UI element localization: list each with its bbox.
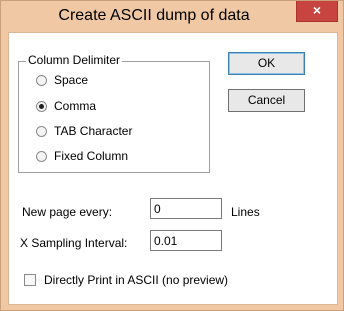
radio-button-icon[interactable] [36,125,47,137]
direct-print-checkbox[interactable] [24,274,36,286]
cancel-button[interactable]: Cancel [228,89,305,112]
close-button[interactable]: × [296,1,338,22]
column-delimiter-label: Column Delimiter [26,53,123,67]
sampling-interval-label: X Sampling Interval: [20,236,128,250]
title-bar[interactable]: Create ASCII dump of data × [1,1,343,32]
radio-comma-label: Comma [54,99,97,113]
dialog-title: Create ASCII dump of data [58,7,250,24]
radio-tab-label: TAB Character [54,124,133,138]
sampling-interval-input[interactable] [150,230,222,251]
radio-fixed-label: Fixed Column [54,149,129,163]
radio-tab-character[interactable]: TAB Character [36,124,132,138]
lines-unit-label: Lines [231,205,260,219]
new-page-input[interactable] [150,198,222,219]
direct-print-label: Directly Print in ASCII (no preview) [44,273,229,287]
radio-space[interactable]: Space [36,73,88,87]
close-icon: × [312,2,322,18]
radio-button-icon[interactable] [36,74,47,86]
radio-comma[interactable]: Comma [36,99,96,113]
radio-space-label: Space [54,73,89,87]
radio-button-icon[interactable] [36,150,47,162]
new-page-label: New page every: [22,205,113,219]
radio-fixed-column[interactable]: Fixed Column [36,149,128,163]
radio-button-selected-icon[interactable] [36,100,47,112]
ok-button[interactable]: OK [228,52,305,75]
